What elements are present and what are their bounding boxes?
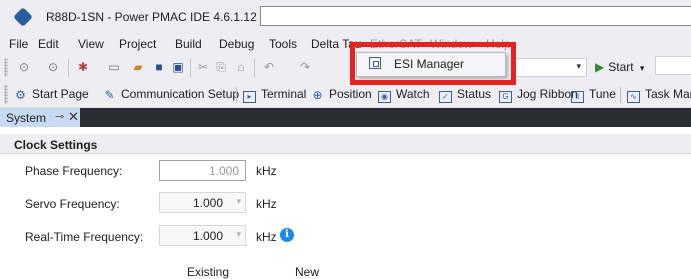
chevron-down-icon: ▾ [576, 61, 581, 71]
servo-frequency-label: Servo Frequency: [25, 197, 120, 211]
menu-bar: File Edit View Project Build Debug Tools… [0, 34, 691, 54]
chevron-down-icon: ▾ [236, 196, 241, 206]
title-bar: R88D-1SN - Power PMAC IDE 4.6.1.12 [0, 0, 691, 34]
configuration-dropdown[interactable]: ▾ [513, 58, 587, 77]
cut-icon[interactable]: ✂ [196, 60, 210, 74]
undo-icon[interactable]: ↶ [262, 60, 276, 74]
document-tab-strip: System ⊸ ✕ [0, 108, 691, 127]
tab-system[interactable]: System ⊸ ✕ [0, 108, 80, 127]
phase-frequency-label: Phase Frequency: [25, 164, 123, 178]
toolbar-separator [190, 59, 191, 77]
menu-edit[interactable]: Edit [38, 37, 59, 51]
copy-icon[interactable]: ⎘ [214, 60, 228, 74]
toolbar-grip[interactable] [4, 58, 8, 77]
column-header-existing: Existing [187, 265, 230, 279]
servo-frequency-unit: kHz [256, 197, 277, 211]
window-title: R88D-1SN - Power PMAC IDE 4.6.1.12 [46, 10, 257, 24]
terminal-button[interactable]: ▸ Terminal [243, 87, 306, 103]
tune-button[interactable]: ‖ Tune [571, 87, 616, 103]
crosshair-icon: ⊕ [312, 88, 323, 102]
column-header-new: New [295, 265, 320, 279]
title-search-box[interactable] [260, 6, 691, 26]
chevron-down-icon: ▾ [236, 229, 241, 239]
toolbar-separator [620, 87, 621, 103]
terminal-icon: ▸ [243, 91, 256, 103]
tune-icon: ‖ [571, 91, 584, 103]
home-icon: ⚙ [15, 88, 26, 102]
info-icon[interactable]: i [280, 228, 294, 242]
toolbar-separator [68, 59, 69, 77]
phase-frequency-field[interactable]: 1.000 [159, 160, 246, 181]
chevron-down-icon: ▾ [639, 63, 645, 73]
communication-setup-button[interactable]: ✎ Communication Setup [103, 87, 239, 101]
add-item-icon[interactable]: ▭ [107, 60, 121, 74]
app-logo-icon [13, 7, 33, 27]
jog-icon: G [499, 91, 512, 103]
tools-toolbar: ⚙ Start Page ✎ Communication Setup ▸ Termin… [0, 82, 691, 108]
start-button[interactable]: ▶ Start ▾ [595, 60, 644, 74]
save-all-icon[interactable]: ▣ [171, 60, 185, 74]
position-button[interactable]: ⊕ Position [311, 87, 371, 102]
menu-debug[interactable]: Debug [219, 37, 254, 51]
new-project-icon[interactable]: ✱ [76, 60, 90, 74]
menu-project[interactable]: Project [119, 37, 156, 51]
start-page-button[interactable]: ⚙ Start Page [14, 87, 89, 101]
close-icon[interactable]: ✕ [68, 109, 79, 125]
real-time-frequency-select[interactable]: 1.000 ▾ [159, 225, 246, 246]
checkbox-icon: ✓ [439, 91, 452, 103]
save-icon[interactable]: ■ [152, 60, 166, 74]
wrench-icon: ✎ [104, 88, 115, 102]
play-icon: ▶ [595, 60, 605, 74]
paste-icon[interactable]: ⌂ [234, 60, 248, 74]
servo-frequency-select[interactable]: 1.000 ▾ [159, 192, 246, 213]
back-icon[interactable]: ⊙ [17, 60, 31, 74]
pin-icon[interactable]: ⊸ [55, 110, 64, 123]
eye-icon: ◉ [378, 91, 391, 103]
jog-ribbon-button[interactable]: G Jog Ribbon [499, 87, 578, 103]
task-manager-button[interactable]: ∿Task Mana [627, 87, 691, 103]
open-folder-icon[interactable]: ▰ [131, 60, 145, 74]
section-title: Clock Settings [14, 138, 98, 152]
start-target-dropdown[interactable] [655, 56, 691, 75]
menu-file[interactable]: File [9, 37, 28, 51]
toolbar-grip[interactable] [4, 85, 8, 104]
watch-button[interactable]: ◉ Watch [378, 87, 430, 103]
tab-label: System [6, 111, 47, 125]
task-manager-icon: ∿ [627, 91, 640, 103]
highlight-box [350, 42, 516, 85]
toolbar-separator [254, 59, 255, 77]
phase-frequency-unit: kHz [256, 164, 277, 178]
real-time-frequency-label: Real-Time Frequency: [25, 230, 144, 244]
menu-build[interactable]: Build [175, 37, 202, 51]
menu-view[interactable]: View [78, 37, 104, 51]
menu-tools[interactable]: Tools [269, 37, 297, 51]
real-time-frequency-unit: kHz [256, 230, 277, 244]
standard-toolbar: ⊙ ⊙ ✱ ▭ ▰ ■ ▣ ✂ ⎘ ⌂ ↶ ↷ ▾ [0, 54, 691, 82]
forward-icon[interactable]: ⊙ [46, 60, 60, 74]
toolbar-separator [236, 87, 237, 103]
status-button[interactable]: ✓ Status [439, 87, 491, 103]
redo-icon[interactable]: ↷ [298, 60, 312, 74]
clock-settings-header [0, 134, 691, 154]
